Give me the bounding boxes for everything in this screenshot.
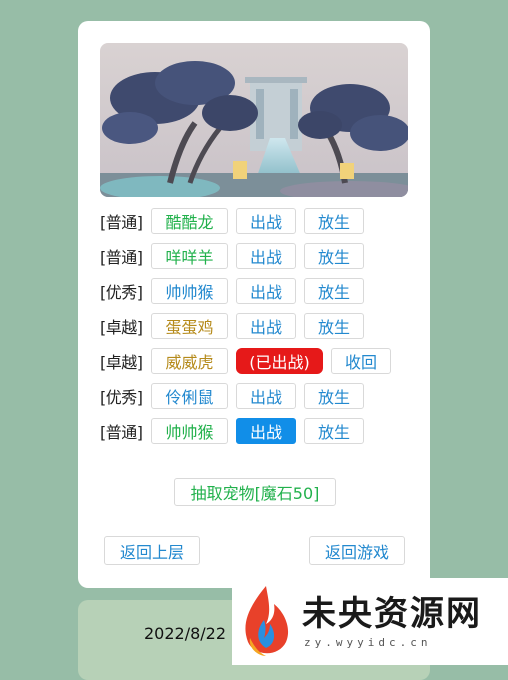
deploy-button[interactable]: 出战 bbox=[236, 278, 296, 304]
recall-button[interactable]: 收回 bbox=[331, 348, 391, 374]
pet-row: [普通] 帅帅猴 出战 放生 bbox=[100, 417, 372, 445]
flame-logo-icon bbox=[245, 586, 289, 656]
pet-name-button[interactable]: 咩咩羊 bbox=[151, 243, 228, 269]
pet-rarity: [优秀] bbox=[100, 283, 143, 302]
release-button[interactable]: 放生 bbox=[304, 418, 364, 444]
pet-row: [优秀] 伶俐鼠 出战 放生 bbox=[100, 382, 372, 410]
draw-pet-button[interactable]: 抽取宠物[魔石50] bbox=[174, 478, 336, 506]
pet-rarity: [卓越] bbox=[100, 353, 143, 372]
pet-name-button[interactable]: 伶俐鼠 bbox=[151, 383, 228, 409]
watermark-subtitle: zy.wyyidc.cn bbox=[304, 636, 432, 649]
deploy-button[interactable]: 出战 bbox=[236, 383, 296, 409]
pet-rarity: [优秀] bbox=[100, 388, 143, 407]
release-button[interactable]: 放生 bbox=[304, 383, 364, 409]
pet-name-button[interactable]: 帅帅猴 bbox=[151, 418, 228, 444]
pet-row: [卓越] 威威虎 (已出战) 收回 bbox=[100, 347, 399, 375]
pet-rarity: [普通] bbox=[100, 423, 143, 442]
back-up-button[interactable]: 返回上层 bbox=[104, 536, 200, 565]
deploy-button[interactable]: 出战 bbox=[236, 243, 296, 269]
pet-panel: [普通] 酷酷龙 出战 放生 [普通] 咩咩羊 出战 放生 [优秀] 帅帅猴 出… bbox=[78, 21, 430, 588]
watermark-logo: 未央资源网 zy.wyyidc.cn bbox=[232, 578, 508, 665]
pet-name-button[interactable]: 帅帅猴 bbox=[151, 278, 228, 304]
release-button[interactable]: 放生 bbox=[304, 208, 364, 234]
release-button[interactable]: 放生 bbox=[304, 313, 364, 339]
deploy-button[interactable]: 出战 bbox=[236, 418, 296, 444]
release-button[interactable]: 放生 bbox=[304, 243, 364, 269]
scenery-banner-image bbox=[100, 43, 408, 197]
pet-name-button[interactable]: 威威虎 bbox=[151, 348, 228, 374]
back-to-game-button[interactable]: 返回游戏 bbox=[309, 536, 405, 565]
pet-rarity: [普通] bbox=[100, 248, 143, 267]
release-button[interactable]: 放生 bbox=[304, 278, 364, 304]
pet-row: [卓越] 蛋蛋鸡 出战 放生 bbox=[100, 312, 372, 340]
watermark-title: 未央资源网 bbox=[302, 594, 482, 634]
deployed-status-button[interactable]: (已出战) bbox=[236, 348, 323, 374]
pet-row: [普通] 酷酷龙 出战 放生 bbox=[100, 207, 372, 235]
footer-date: 2022/8/22 bbox=[144, 624, 227, 643]
pet-name-button[interactable]: 蛋蛋鸡 bbox=[151, 313, 228, 339]
deploy-button[interactable]: 出战 bbox=[236, 208, 296, 234]
pet-rarity: [普通] bbox=[100, 213, 143, 232]
pet-name-button[interactable]: 酷酷龙 bbox=[151, 208, 228, 234]
pet-row: [普通] 咩咩羊 出战 放生 bbox=[100, 242, 372, 270]
pet-row: [优秀] 帅帅猴 出战 放生 bbox=[100, 277, 372, 305]
pet-rarity: [卓越] bbox=[100, 318, 143, 337]
deploy-button[interactable]: 出战 bbox=[236, 313, 296, 339]
